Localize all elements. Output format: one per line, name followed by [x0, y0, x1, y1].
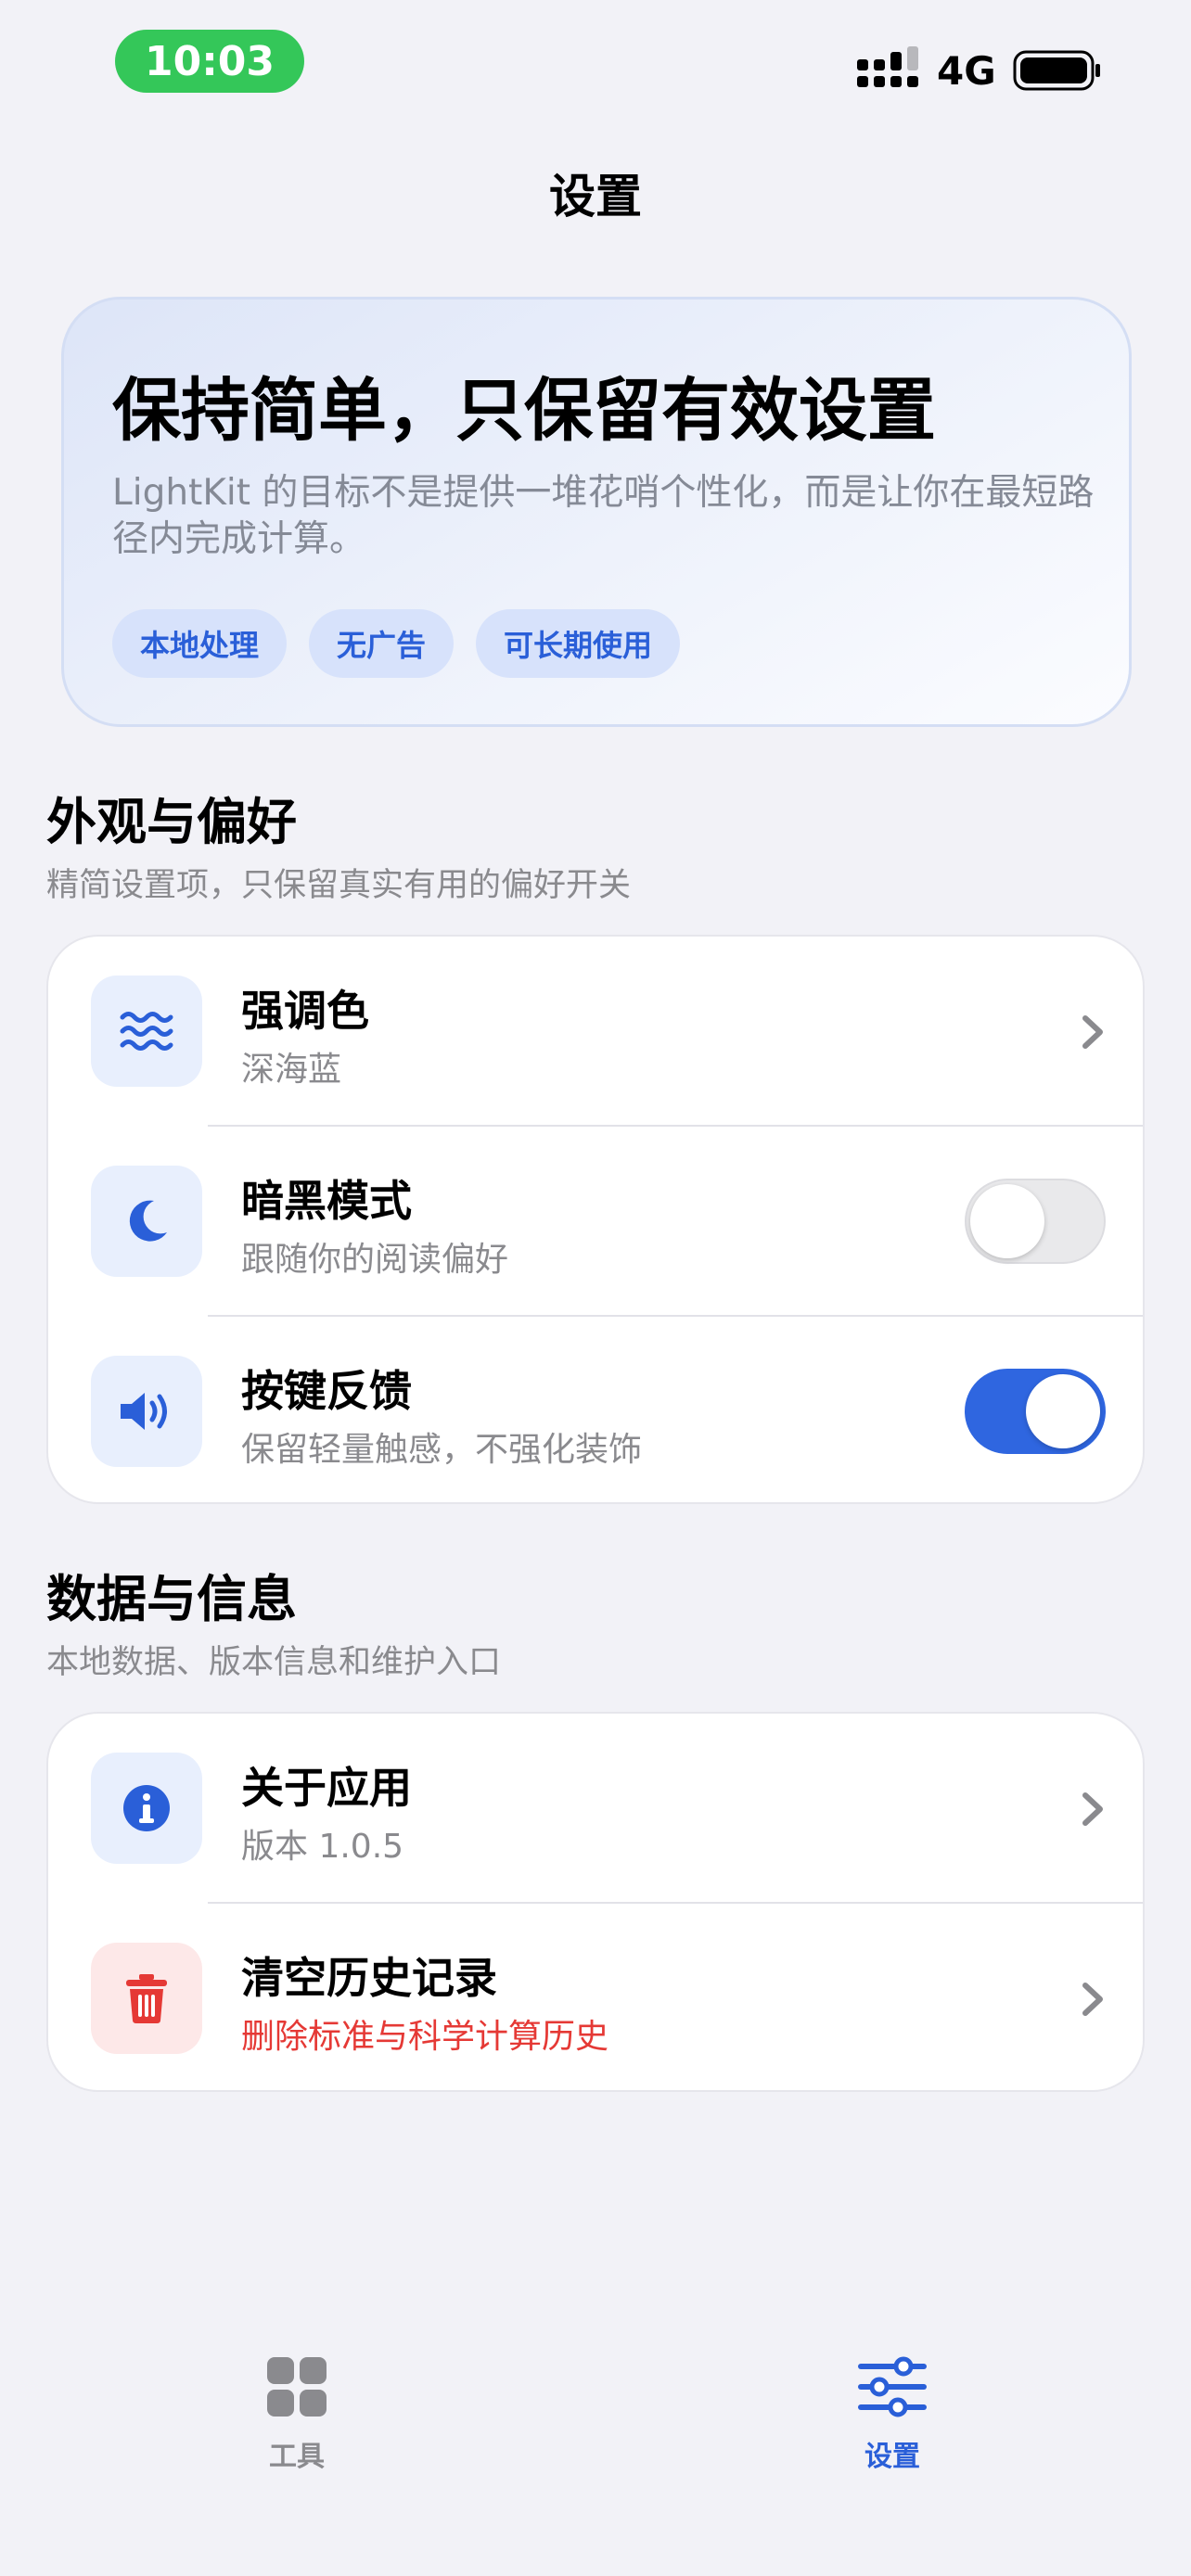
row-title: 清空历史记录 — [241, 1953, 497, 2003]
row-clear-history[interactable]: 清空历史记录 删除标准与科学计算历史 — [48, 1904, 1143, 2090]
trash-icon — [91, 1943, 202, 2054]
section-subtitle-appearance: 精简设置项，只保留真实有用的偏好开关 — [46, 867, 632, 904]
tab-settings[interactable]: 设置 — [800, 2355, 985, 2474]
chip-long-term: 可长期使用 — [476, 609, 681, 678]
hero-description: LightKit 的目标不是提供一堆花哨个性化，而是让你在最短路径内完成计算。 — [112, 472, 1095, 560]
grid-icon — [267, 2357, 327, 2417]
moon-icon — [91, 1166, 202, 1277]
battery-icon — [1013, 50, 1100, 91]
dark-mode-toggle[interactable] — [965, 1179, 1106, 1264]
row-subtitle: 跟随你的阅读偏好 — [241, 1241, 509, 1279]
chevron-right-icon — [1082, 1792, 1103, 1826]
appearance-group: 强调色 深海蓝 暗黑模式 跟随你的阅读偏好 按键反馈 保留轻量触感，不强化装饰 — [46, 935, 1145, 1504]
chip-no-ads: 无广告 — [309, 609, 455, 678]
row-dark-mode: 暗黑模式 跟随你的阅读偏好 — [48, 1127, 1143, 1317]
row-subtitle: 保留轻量触感，不强化装饰 — [241, 1431, 643, 1469]
row-title: 关于应用 — [241, 1763, 412, 1813]
tab-label: 设置 — [864, 2441, 920, 2473]
hero-title: 保持简单，只保留有效设置 — [112, 371, 936, 451]
tab-label: 工具 — [269, 2441, 325, 2473]
sliders-icon — [858, 2356, 927, 2417]
waves-icon — [91, 976, 202, 1087]
row-title: 强调色 — [241, 986, 369, 1036]
chip-local: 本地处理 — [112, 609, 288, 678]
tab-tools[interactable]: 工具 — [204, 2355, 390, 2474]
section-title-appearance: 外观与偏好 — [46, 793, 297, 851]
key-feedback-toggle[interactable] — [965, 1369, 1106, 1454]
row-about-app[interactable]: 关于应用 版本 1.0.5 — [48, 1714, 1143, 1904]
speaker-icon — [91, 1356, 202, 1467]
chevron-right-icon — [1082, 1983, 1103, 2016]
row-subtitle: 版本 1.0.5 — [241, 1828, 404, 1866]
toggle-knob — [1026, 1374, 1100, 1448]
page-title: 设置 — [549, 170, 642, 223]
chevron-right-icon — [1082, 1015, 1103, 1049]
data-info-group: 关于应用 版本 1.0.5 清空历史记录 删除标准与科学计算历史 — [46, 1712, 1145, 2092]
info-icon — [91, 1753, 202, 1864]
toggle-knob — [970, 1184, 1044, 1258]
row-subtitle: 深海蓝 — [241, 1051, 342, 1089]
row-accent-color[interactable]: 强调色 深海蓝 — [48, 937, 1143, 1127]
hero-chips: 本地处理 无广告 可长期使用 — [112, 609, 681, 678]
row-title: 按键反馈 — [241, 1366, 412, 1416]
signal-icon — [857, 46, 918, 87]
hero-card: 保持简单，只保留有效设置 LightKit 的目标不是提供一堆花哨个性化，而是让… — [61, 297, 1132, 727]
row-title: 暗黑模式 — [241, 1176, 412, 1226]
section-subtitle-data: 本地数据、版本信息和维护入口 — [46, 1644, 502, 1681]
section-title-data: 数据与信息 — [46, 1570, 297, 1628]
settings-screen: 10:03 4G 设置 保持简单，只保留有效设置 LightKit 的目标不是提… — [0, 0, 1191, 2576]
row-key-feedback: 按键反馈 保留轻量触感，不强化装饰 — [48, 1317, 1143, 1502]
status-time: 10:03 — [115, 30, 304, 93]
row-subtitle: 删除标准与科学计算历史 — [241, 2018, 609, 2056]
network-type: 4G — [937, 48, 996, 94]
